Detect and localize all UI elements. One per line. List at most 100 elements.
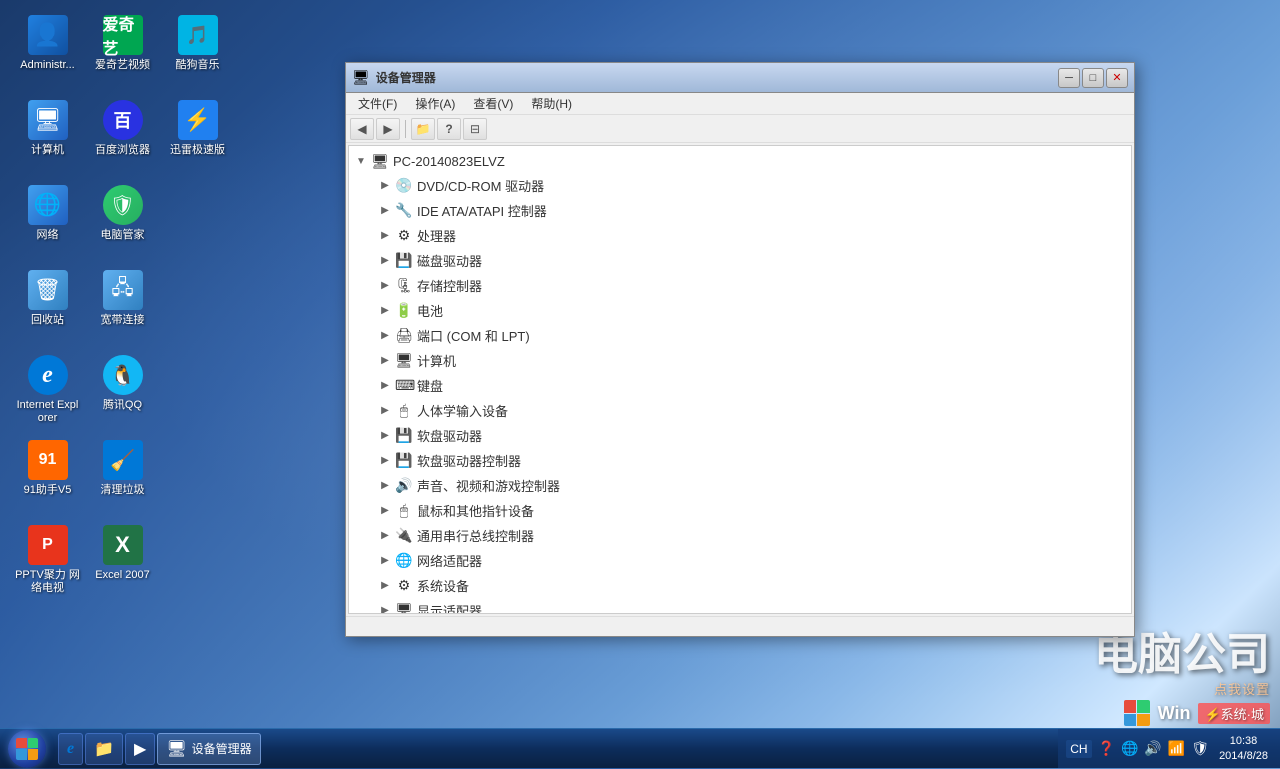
- tree-item-display[interactable]: ▶ 🖥 显示适配器: [349, 598, 1131, 614]
- network-tray-icon[interactable]: 📶: [1168, 740, 1185, 757]
- menu-view[interactable]: 查看(V): [465, 93, 521, 114]
- desktop-icon-qq[interactable]: 🐧 腾讯QQ: [85, 350, 160, 435]
- desktop-icon-ie[interactable]: e Internet Explorer: [10, 350, 85, 435]
- tree-item-keyboard[interactable]: ▶ ⌨ 键盘: [349, 373, 1131, 398]
- tree-item-battery[interactable]: ▶ 🔋 电池: [349, 298, 1131, 323]
- tree-item-disk[interactable]: ▶ 💾 磁盘驱动器: [349, 248, 1131, 273]
- minimize-button[interactable]: ─: [1058, 68, 1080, 88]
- window-titlebar: 🖥 设备管理器 ─ □ ✕: [346, 63, 1134, 93]
- hid-label: 人体学输入设备: [417, 401, 508, 420]
- menu-action[interactable]: 操作(A): [407, 93, 463, 114]
- desktop-icon-baidu[interactable]: 百 百度浏览器: [85, 95, 160, 180]
- desktop-icon-broadband[interactable]: 🖧 宽带连接: [85, 265, 160, 350]
- language-tray-icon[interactable]: 🌐: [1121, 740, 1138, 757]
- taskbar-devmgr[interactable]: 🖥 设备管理器: [157, 733, 260, 765]
- processor-label: 处理器: [417, 226, 456, 245]
- admin-icon: 👤: [28, 15, 68, 55]
- disk-icon: 💾: [395, 252, 413, 269]
- menu-help[interactable]: 帮助(H): [523, 93, 580, 114]
- window-controls: ─ □ ✕: [1058, 68, 1128, 88]
- tree-item-port[interactable]: ▶ 🖨 端口 (COM 和 LPT): [349, 323, 1131, 348]
- start-flag-q3: [16, 749, 27, 760]
- desktop-icon-aiqiyi[interactable]: 爱奇艺 爱奇艺视频: [85, 10, 160, 95]
- tree-content[interactable]: ▼ 🖥 PC-20140823ELVZ ▶ 💿 DVD/CD-ROM 驱动器 ▶…: [348, 145, 1132, 614]
- ide-label: IDE ATA/ATAPI 控制器: [417, 201, 547, 220]
- tree-item-computer[interactable]: ▶ 🖥 计算机: [349, 348, 1131, 373]
- up-button[interactable]: 📁: [411, 118, 435, 140]
- root-label: PC-20140823ELVZ: [393, 154, 505, 169]
- speaker-tray-icon[interactable]: 🔊: [1144, 740, 1161, 757]
- taskbar-devmgr-label: 设备管理器: [192, 740, 252, 757]
- tree-root-node[interactable]: ▼ 🖥 PC-20140823ELVZ: [349, 150, 1131, 173]
- brand-bottom-row: Win ⚡系统·城: [1124, 700, 1270, 726]
- floppy-icon: 💾: [395, 427, 413, 444]
- desktop-icon-kugou[interactable]: 🎵 酷狗音乐: [160, 10, 235, 95]
- broadband-label: 宽带连接: [101, 314, 145, 327]
- start-flag-q2: [28, 738, 39, 749]
- desktop-icon-word[interactable]: W Word 2007: [160, 0, 235, 10]
- tree-item-dvd[interactable]: ▶ 💿 DVD/CD-ROM 驱动器: [349, 173, 1131, 198]
- security-tray-icon[interactable]: 🛡: [1191, 740, 1209, 757]
- start-flag: [16, 738, 38, 760]
- port-arrow: ▶: [379, 330, 391, 341]
- desktop-icon-admin[interactable]: 👤 Administr...: [10, 10, 85, 95]
- ie-icon: e: [28, 355, 68, 395]
- processor-arrow: ▶: [379, 230, 391, 241]
- root-expand-arrow: ▼: [355, 156, 367, 167]
- window-title-text: 设备管理器: [376, 69, 1052, 86]
- expand-button[interactable]: ⊟: [463, 118, 487, 140]
- back-button[interactable]: ◀: [350, 118, 374, 140]
- taskbar-ie[interactable]: e: [58, 733, 83, 765]
- broadband-icon: 🖧: [103, 270, 143, 310]
- floppyctrl-label: 软盘驱动器控制器: [417, 451, 521, 470]
- desktop-icon-network[interactable]: 🌐 网络: [10, 180, 85, 265]
- flag-q3: [1124, 714, 1137, 727]
- desktop-icon-91[interactable]: 91 91助手V5: [10, 435, 85, 520]
- help-button[interactable]: ?: [437, 118, 461, 140]
- close-button[interactable]: ✕: [1106, 68, 1128, 88]
- floppy-label: 软盘驱动器: [417, 426, 482, 445]
- tree-item-sound[interactable]: ▶ 🔊 声音、视频和游戏控制器: [349, 473, 1131, 498]
- tree-item-floppy[interactable]: ▶ 💾 软盘驱动器: [349, 423, 1131, 448]
- start-flag-q1: [16, 738, 27, 749]
- desktop-icon-recycle[interactable]: 🗑 回收站: [10, 265, 85, 350]
- netadapter-label: 网络适配器: [417, 551, 482, 570]
- taskbar-devmgr-icon: 🖥: [166, 739, 186, 759]
- window-toolbar: ◀ ▶ 📁 ? ⊟: [346, 115, 1134, 143]
- desktop-icon-pptv[interactable]: P PPTV聚力 网络电视: [10, 520, 85, 605]
- taskbar-explorer[interactable]: 📁: [85, 733, 123, 765]
- tree-item-storage[interactable]: ▶ 🗜 存储控制器: [349, 273, 1131, 298]
- pptv-label: PPTV聚力 网络电视: [15, 569, 80, 595]
- desktop-icon-computer[interactable]: 🖥 计算机: [10, 95, 85, 180]
- tree-item-usb[interactable]: ▶ 🔌 通用串行总线控制器: [349, 523, 1131, 548]
- start-orb-icon: [8, 730, 46, 768]
- forward-button[interactable]: ▶: [376, 118, 400, 140]
- tree-item-mouse[interactable]: ▶ 🖱 鼠标和其他指针设备: [349, 498, 1131, 523]
- window-title-icon: 🖥: [352, 69, 370, 86]
- start-button[interactable]: [0, 729, 54, 769]
- netadapter-arrow: ▶: [379, 555, 391, 566]
- toolbar-sep-1: [405, 120, 406, 138]
- taskbar-media[interactable]: ▶: [125, 733, 155, 765]
- desktop-icon-thunder[interactable]: ⚡ 迅雷极速版: [160, 95, 235, 180]
- tree-item-processor[interactable]: ▶ ⚙ 处理器: [349, 223, 1131, 248]
- taskbar-media-icon: ▶: [134, 739, 146, 759]
- menu-file[interactable]: 文件(F): [350, 93, 405, 114]
- mouse-arrow: ▶: [379, 505, 391, 516]
- tree-item-ide[interactable]: ▶ 🔧 IDE ATA/ATAPI 控制器: [349, 198, 1131, 223]
- desktop-icon-diannaoguan[interactable]: 🛡 电脑管家: [85, 180, 160, 265]
- excel-label: Excel 2007: [95, 569, 149, 582]
- win-text: Win: [1158, 703, 1191, 724]
- systray: CH ❓ 🌐 🔊 📶 🛡 10:38 2014/8/28: [1058, 729, 1280, 768]
- input-method-indicator[interactable]: CH: [1066, 740, 1091, 758]
- tree-item-floppyctrl[interactable]: ▶ 💾 软盘驱动器控制器: [349, 448, 1131, 473]
- tree-item-netadapter[interactable]: ▶ 🌐 网络适配器: [349, 548, 1131, 573]
- help-tray-icon[interactable]: ❓: [1098, 740, 1115, 757]
- tree-item-hid[interactable]: ▶ 🖱 人体学输入设备: [349, 398, 1131, 423]
- maximize-button[interactable]: □: [1082, 68, 1104, 88]
- desktop-icon-excel[interactable]: X Excel 2007: [85, 520, 160, 605]
- start-flag-q4: [28, 749, 39, 760]
- desktop-icon-cleaner[interactable]: 🧹 清理垃圾: [85, 435, 160, 520]
- tree-item-sysdev[interactable]: ▶ ⚙ 系统设备: [349, 573, 1131, 598]
- system-clock[interactable]: 10:38 2014/8/28: [1215, 734, 1272, 763]
